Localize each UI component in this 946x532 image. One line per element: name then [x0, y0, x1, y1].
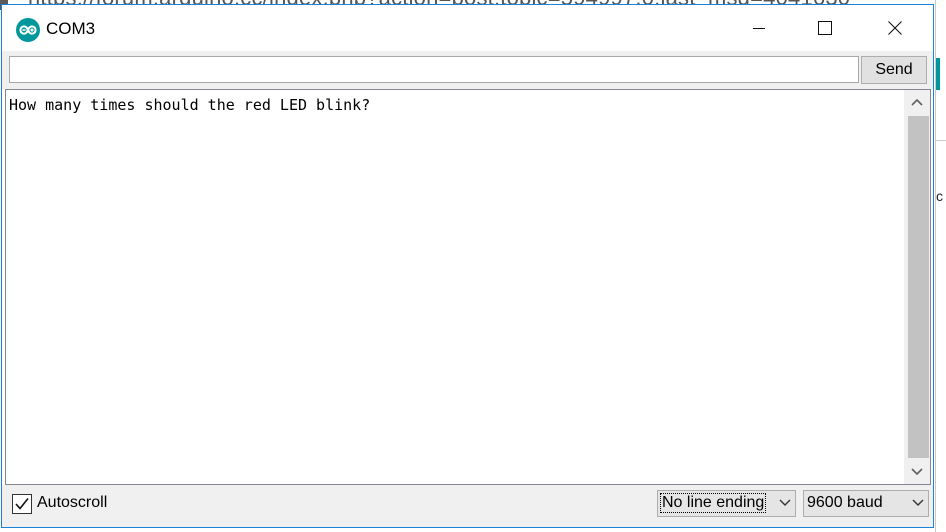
- serial-output[interactable]: How many times should the red LED blink?: [5, 89, 931, 485]
- line-ending-value: No line ending: [659, 493, 767, 513]
- background-text-edge: c: [936, 188, 943, 204]
- input-row: Send: [2, 51, 933, 89]
- checkmark-icon: [15, 498, 29, 510]
- close-icon: [888, 21, 902, 35]
- message-input[interactable]: [9, 56, 859, 83]
- scroll-down-button[interactable]: [904, 460, 930, 484]
- vertical-scrollbar[interactable]: [904, 90, 930, 484]
- scroll-up-button[interactable]: [904, 90, 930, 114]
- close-button[interactable]: [872, 5, 918, 51]
- chevron-down-icon: [779, 499, 791, 506]
- maximize-icon: [818, 21, 832, 35]
- window-title: COM3: [46, 19, 96, 38]
- background-toolbar-edge: [936, 58, 940, 90]
- serial-monitor-window: COM3 Send How many times should the red …: [1, 4, 934, 528]
- title-bar[interactable]: COM3: [2, 5, 933, 51]
- status-bar: Autoscroll No line ending 9600 baud: [2, 485, 933, 527]
- autoscroll-label: Autoscroll: [37, 494, 108, 511]
- baud-rate-value: 9600 baud: [807, 494, 883, 511]
- minimize-icon: [753, 28, 765, 29]
- output-text: How many times should the red LED blink?: [9, 96, 371, 114]
- scroll-thumb[interactable]: [908, 116, 929, 458]
- minimize-button[interactable]: [736, 5, 782, 51]
- autoscroll-checkbox[interactable]: [12, 494, 32, 514]
- maximize-button[interactable]: [802, 5, 848, 51]
- background-divider: [936, 140, 946, 141]
- chevron-down-icon: [911, 468, 923, 476]
- send-button[interactable]: Send: [861, 56, 927, 84]
- chevron-down-icon: [912, 499, 924, 506]
- background-ide-edge: c: [935, 0, 946, 532]
- baud-rate-select[interactable]: 9600 baud: [803, 490, 929, 517]
- chevron-up-icon: [911, 98, 923, 106]
- arduino-icon: [16, 18, 40, 42]
- line-ending-select[interactable]: No line ending: [657, 490, 796, 517]
